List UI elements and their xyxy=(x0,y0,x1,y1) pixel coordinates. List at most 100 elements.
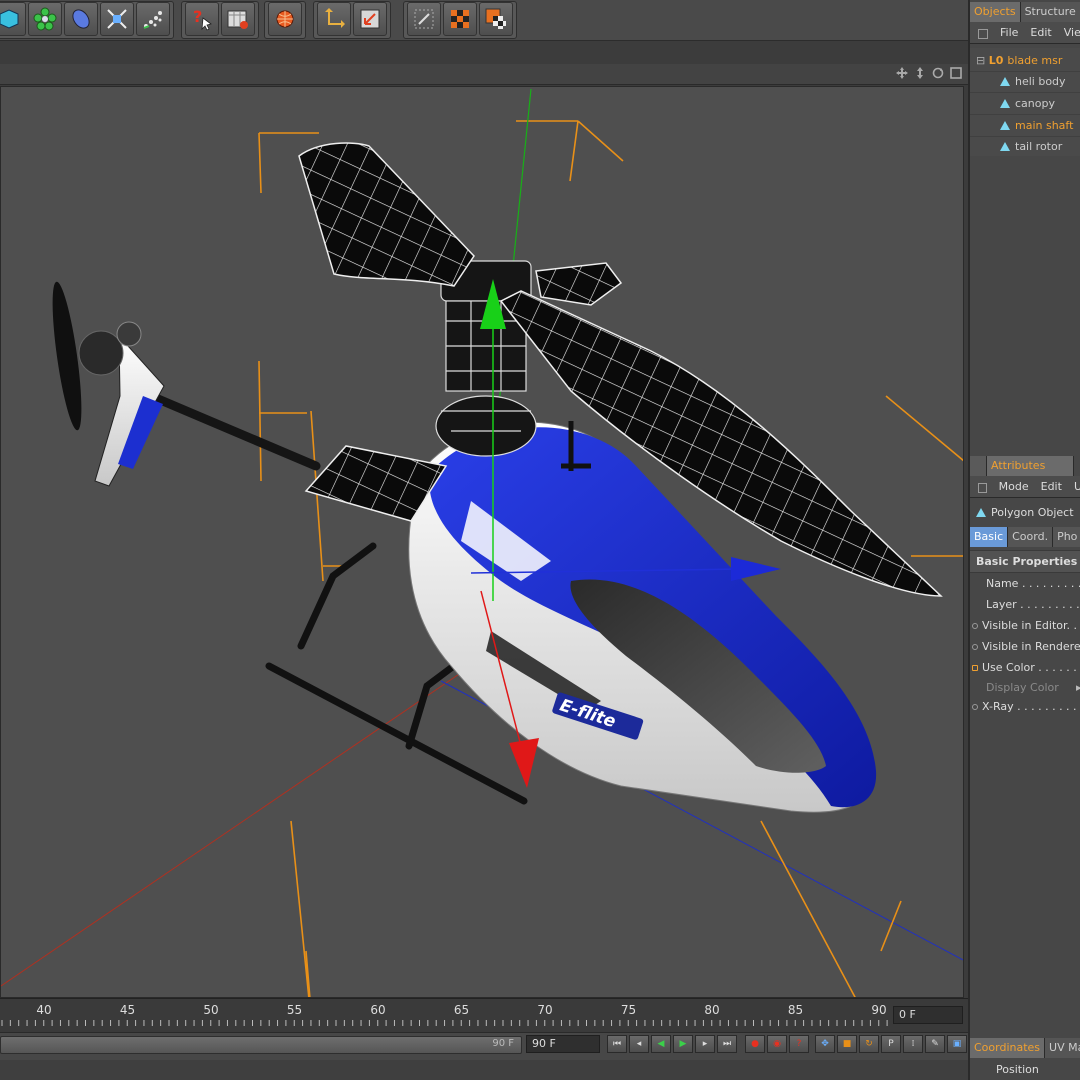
objects-menu: File Edit Vie xyxy=(970,22,1080,44)
tree-item-blade-msr[interactable]: ⊟ L0 blade msr xyxy=(970,50,1080,72)
maximize-view-icon[interactable] xyxy=(950,67,962,79)
timeline-tick-label: 90 xyxy=(871,1003,886,1017)
polygon-object-icon xyxy=(976,508,986,517)
pla-key-icon[interactable]: ⁞ xyxy=(903,1035,923,1053)
grip-icon[interactable] xyxy=(978,483,987,493)
tab-structure[interactable]: Structure xyxy=(1020,2,1080,22)
rotate-key-icon[interactable]: ↻ xyxy=(859,1035,879,1053)
expand-icon[interactable]: ⊟ xyxy=(976,54,985,67)
section-title: Basic Properties xyxy=(970,550,1080,573)
scale-key-icon[interactable]: ■ xyxy=(837,1035,857,1053)
radio-icon[interactable] xyxy=(972,644,978,650)
particles-icon[interactable] xyxy=(136,2,170,36)
range-end-label: 90 F xyxy=(492,1038,514,1049)
tree-item-heli-body[interactable]: heli body xyxy=(970,71,1080,93)
timeline-tick-label: 40 xyxy=(36,1003,51,1017)
tab-phong[interactable]: Pho xyxy=(1053,527,1080,547)
timeline-tick-label: 85 xyxy=(788,1003,803,1017)
menu-mode[interactable]: Mode xyxy=(999,476,1029,497)
play-forward-icon[interactable]: ▶ xyxy=(673,1035,693,1053)
autokey-icon[interactable]: ◉ xyxy=(767,1035,787,1053)
svg-text:?: ? xyxy=(193,7,202,26)
axis-move-icon[interactable] xyxy=(317,2,351,36)
cube-icon[interactable] xyxy=(0,2,26,36)
prev-key-icon[interactable]: ◂ xyxy=(629,1035,649,1053)
flower-deformer-icon[interactable] xyxy=(28,2,62,36)
goto-start-icon[interactable]: ⏮ xyxy=(607,1035,627,1053)
prop-use-color[interactable]: Use Color . . . . . . . xyxy=(970,657,1080,678)
prop-visible-editor[interactable]: Visible in Editor. . xyxy=(970,615,1080,636)
range-slider[interactable] xyxy=(0,1036,522,1054)
dolly-icon[interactable] xyxy=(914,67,926,79)
render-settings-icon[interactable] xyxy=(221,2,255,36)
tree-item-main-shaft[interactable]: main shaft xyxy=(970,115,1080,137)
radio-icon[interactable] xyxy=(972,665,978,671)
tab-basic[interactable]: Basic xyxy=(970,527,1009,547)
keyframe-help-icon[interactable]: ? xyxy=(789,1035,809,1053)
prop-xray[interactable]: X-Ray . . . . . . . . . xyxy=(970,696,1080,717)
goto-end-icon[interactable]: ⏭ xyxy=(717,1035,737,1053)
polygon-object-icon xyxy=(1000,121,1010,130)
menu-file[interactable]: File xyxy=(1000,22,1018,43)
sphere-blue-icon[interactable] xyxy=(64,2,98,36)
viewport-nav-icons xyxy=(896,67,962,79)
tab-coordinates[interactable]: Coordinates xyxy=(970,1038,1046,1058)
tab-objects[interactable]: Objects xyxy=(970,2,1021,22)
coord-position-label: Position xyxy=(996,1063,1039,1076)
toolbar-group-render xyxy=(264,1,306,39)
record-icon[interactable]: ● xyxy=(745,1035,765,1053)
render-region-icon[interactable] xyxy=(268,2,302,36)
3d-viewport[interactable]: E-flite xyxy=(0,86,964,998)
prop-visible-renderer[interactable]: Visible in Renderer xyxy=(970,636,1080,657)
coordinates-tabs: Coordinates UV Ma xyxy=(970,1038,1080,1058)
expand-arrow-icon[interactable]: ▸ xyxy=(1076,677,1080,698)
objects-tabs: Objects Structure xyxy=(970,2,1080,22)
tail-boom xyxy=(146,391,321,471)
prop-name[interactable]: Name . . . . . . . . . . xyxy=(970,573,1080,594)
prop-display-color[interactable]: Display Color ▸ xyxy=(970,677,1080,698)
timeline-ruler[interactable]: 40 45 50 55 60 65 70 75 80 85 90 xyxy=(0,1000,890,1030)
checker-texture-icon[interactable] xyxy=(443,2,477,36)
play-backward-icon[interactable]: ◀ xyxy=(651,1035,671,1053)
menu-user-data[interactable]: U xyxy=(1074,476,1080,497)
help-cursor-icon[interactable]: ? xyxy=(185,2,219,36)
snap-icon[interactable] xyxy=(407,2,441,36)
prop-layer[interactable]: Layer . . . . . . . . . . xyxy=(970,594,1080,615)
coordinate-system-icon[interactable] xyxy=(353,2,387,36)
radio-icon[interactable] xyxy=(972,704,978,710)
helicopter-scene: E-flite xyxy=(1,88,963,997)
menu-edit[interactable]: Edit xyxy=(1041,476,1062,497)
toolbar-group-snap xyxy=(403,1,517,39)
tab-attributes[interactable]: Attributes xyxy=(987,456,1074,476)
object-tree: ⊟ L0 blade msr heli body canopy main shaf… xyxy=(970,48,1080,158)
menu-view[interactable]: Vie xyxy=(1064,22,1080,43)
timeline-tick-label: 75 xyxy=(621,1003,636,1017)
grip-icon[interactable] xyxy=(978,29,988,39)
next-key-icon[interactable]: ▸ xyxy=(695,1035,715,1053)
move-view-icon[interactable] xyxy=(896,67,908,79)
polygon-object-icon xyxy=(1000,99,1010,108)
z-axis-arrow xyxy=(731,557,781,581)
tree-item-tail-rotor[interactable]: tail rotor xyxy=(970,136,1080,158)
polygon-object-icon xyxy=(1000,142,1010,151)
null-object-icon: L0 xyxy=(988,54,1004,67)
param-key-icon[interactable]: P xyxy=(881,1035,901,1053)
end-frame-field[interactable]: 90 F xyxy=(526,1035,600,1053)
tab-coord[interactable]: Coord. xyxy=(1008,527,1054,547)
object-tree-empty-area[interactable] xyxy=(970,156,1080,452)
grip-icon[interactable] xyxy=(970,456,987,476)
radio-icon[interactable] xyxy=(972,623,978,629)
timeline-tick-label: 50 xyxy=(203,1003,218,1017)
polygon-object-icon xyxy=(1000,77,1010,86)
spline-expand-icon[interactable] xyxy=(100,2,134,36)
x-axis-arrow xyxy=(509,738,539,788)
key-options-icon[interactable]: ▣ xyxy=(947,1035,967,1053)
menu-edit[interactable]: Edit xyxy=(1030,22,1051,43)
move-key-icon[interactable]: ✥ xyxy=(815,1035,835,1053)
key-mode-icon[interactable]: ✎ xyxy=(925,1035,945,1053)
tree-item-canopy[interactable]: canopy xyxy=(970,93,1080,115)
rotate-view-icon[interactable] xyxy=(932,67,944,79)
current-frame-field[interactable]: 0 F xyxy=(893,1006,963,1024)
tab-uv-manager[interactable]: UV Ma xyxy=(1045,1038,1080,1058)
checker-material-icon[interactable] xyxy=(479,2,513,36)
